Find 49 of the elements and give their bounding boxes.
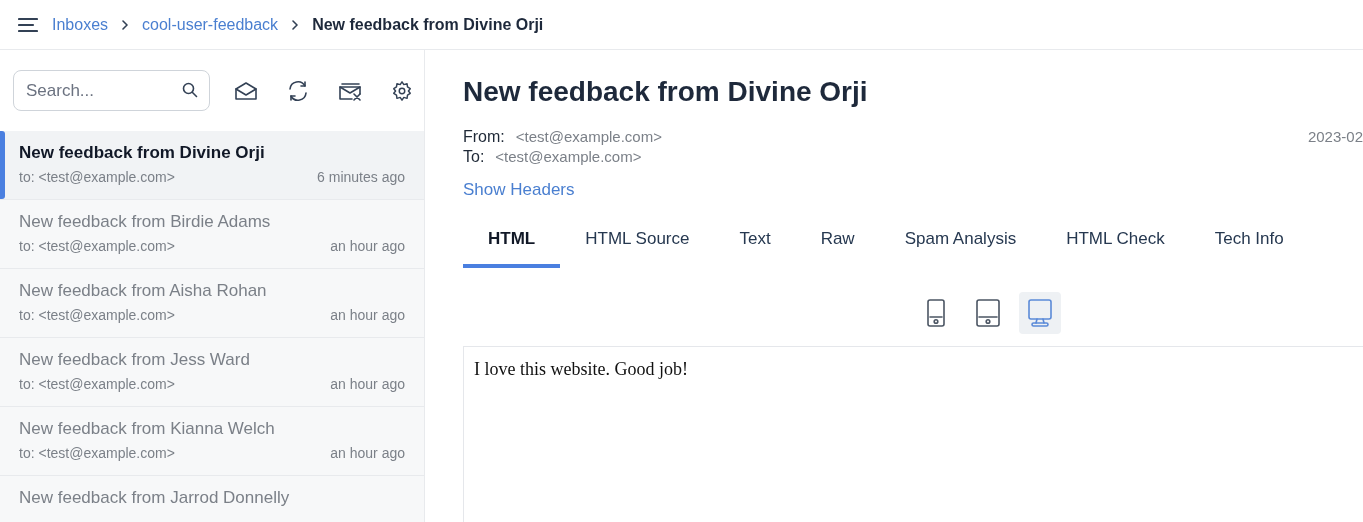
message-subject: New feedback from Aisha Rohan: [19, 281, 267, 301]
view-tab[interactable]: Raw: [795, 217, 880, 268]
from-address: <test@example.com>: [515, 128, 662, 145]
message-subject: New feedback from Birdie Adams: [19, 212, 271, 232]
menu-icon[interactable]: [18, 16, 38, 33]
to-address: <test@example.com>: [495, 148, 642, 165]
refresh-icon: [287, 79, 309, 102]
chevron-icon: [122, 19, 129, 30]
from-label: From:: [463, 128, 505, 146]
device-button[interactable]: [1019, 292, 1061, 334]
message-subject: New feedback from Kianna Welch: [19, 419, 275, 439]
search-field[interactable]: Search...: [13, 70, 210, 111]
message-recipient: to: <test@example.com>: [19, 445, 175, 461]
message-recipient: to: <test@example.com>: [19, 169, 175, 185]
message-subject: New feedback from Jess Ward: [19, 350, 250, 370]
tablet-icon: [976, 299, 1000, 327]
message-recipient: to: <test@example.com>: [19, 307, 175, 323]
settings-icon: [391, 79, 413, 102]
message-subject: New feedback from Jarrod Donnelly: [19, 488, 290, 508]
breadcrumb-link[interactable]: cool-user-feedback: [142, 15, 279, 34]
message-recipient: to: <test@example.com>: [19, 238, 175, 254]
message-title: New feedback from Divine Orji: [463, 76, 868, 108]
breadcrumb-link[interactable]: Inboxes: [52, 15, 109, 34]
envelope-x-icon: [338, 80, 362, 101]
selection-bar: [0, 131, 5, 199]
view-tab[interactable]: HTML Check: [1041, 217, 1190, 268]
message-time: 6 minutes ago: [317, 169, 405, 185]
show-headers-link[interactable]: Show Headers: [463, 180, 575, 200]
open-envelope-icon: [235, 80, 257, 101]
monitor-icon: [1028, 299, 1052, 327]
search-icon: [182, 82, 198, 98]
message-subject: New feedback from Divine Orji: [19, 143, 265, 163]
message-recipient: to: <test@example.com>: [19, 376, 175, 392]
message-date: 2023-02: [1307, 128, 1363, 145]
phone-icon: [927, 299, 945, 327]
chevron-icon: [292, 19, 299, 30]
message-time: an hour ago: [330, 238, 405, 254]
message-time: an hour ago: [330, 445, 405, 461]
view-tab[interactable]: HTML: [463, 217, 561, 268]
message-time: an hour ago: [330, 307, 405, 323]
view-tab[interactable]: Text: [714, 217, 796, 268]
message-item[interactable]: New feedback from Divine Orji to: <test@example.com> 6 minutes ago: [0, 131, 424, 200]
view-tab[interactable]: HTML Source: [560, 217, 715, 268]
to-label: To:: [463, 148, 485, 166]
page-title: New feedback from Divine Orji: [312, 15, 544, 34]
message-time: an hour ago: [330, 376, 405, 392]
view-tab[interactable]: Spam Analysis: [879, 217, 1042, 268]
view-tab[interactable]: Tech Info: [1189, 217, 1309, 268]
message-body: I love this website. Good job!: [474, 359, 689, 380]
